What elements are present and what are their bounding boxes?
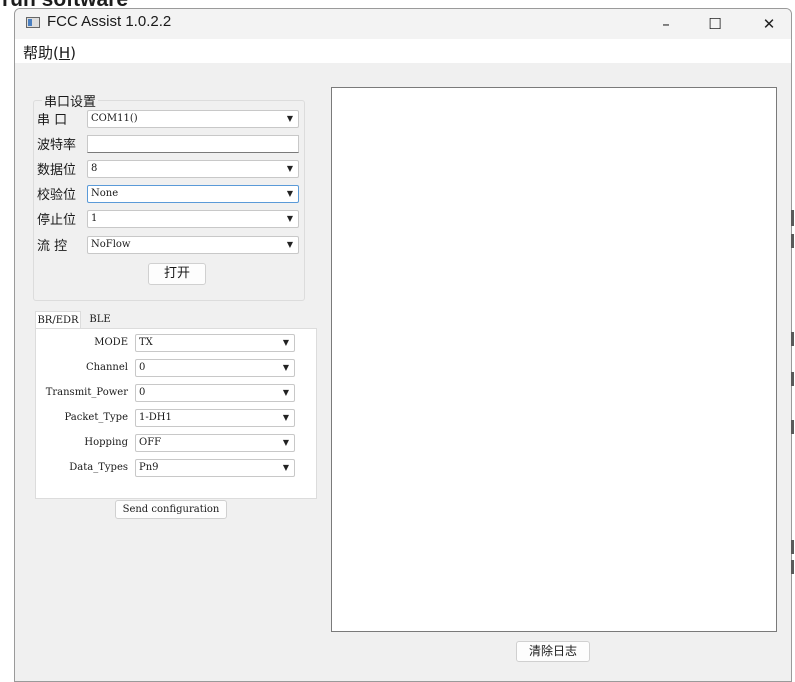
packet-type-label: Packet_Type <box>64 412 128 423</box>
stopbits-label: 停止位 <box>37 213 77 228</box>
close-button[interactable]: ✕ <box>746 9 791 39</box>
hopping-label: Hopping <box>84 437 128 448</box>
stopbits-select[interactable]: 1 ▼ <box>87 210 299 228</box>
port-select[interactable]: COM11() ▼ <box>87 110 299 128</box>
parity-select[interactable]: None ▼ <box>87 185 299 203</box>
send-configuration-button[interactable]: Send configuration <box>115 500 227 519</box>
chevron-down-icon: ▼ <box>282 388 289 397</box>
mode-label: MODE <box>94 337 128 348</box>
open-port-button[interactable]: 打开 <box>148 263 206 285</box>
chevron-down-icon: ▼ <box>282 438 289 447</box>
chevron-down-icon: ▼ <box>286 114 293 123</box>
serial-settings-legend: 串口设置 <box>44 95 97 110</box>
channel-select[interactable]: 0 ▼ <box>135 359 295 377</box>
log-output-area[interactable] <box>331 87 777 632</box>
window-title: FCC Assist 1.0.2.2 <box>47 13 172 30</box>
clipped-header-text: run software <box>0 0 795 8</box>
parity-label: 校验位 <box>37 188 77 203</box>
chevron-down-icon: ▼ <box>282 463 289 472</box>
baud-input[interactable] <box>87 135 299 153</box>
tab-ble[interactable]: BLE <box>83 311 117 329</box>
chevron-down-icon: ▼ <box>286 214 293 223</box>
packet-type-select[interactable]: 1-DH1 ▼ <box>135 409 295 427</box>
databits-label: 数据位 <box>37 163 77 178</box>
data-types-select[interactable]: Pn9 ▼ <box>135 459 295 477</box>
tab-br-edr[interactable]: BR/EDR <box>35 311 81 329</box>
background-edge-mark <box>791 540 794 554</box>
app-window: FCC Assist 1.0.2.2 – ☐ ✕ 帮助(H) 串口设置 串 口 … <box>14 8 792 682</box>
flow-label: 流 控 <box>37 239 68 254</box>
background-edge-mark <box>791 372 794 386</box>
maximize-button[interactable]: ☐ <box>692 9 738 39</box>
chevron-down-icon: ▼ <box>286 189 293 198</box>
channel-label: Channel <box>85 362 128 373</box>
hopping-select[interactable]: OFF ▼ <box>135 434 295 452</box>
minimize-button[interactable]: – <box>643 9 689 39</box>
baud-label: 波特率 <box>37 138 77 153</box>
menu-bar: 帮助(H) <box>15 39 791 63</box>
background-edge-mark <box>791 210 794 226</box>
background-edge-mark <box>791 234 794 248</box>
app-icon <box>26 17 40 28</box>
background-edge-mark <box>791 560 794 574</box>
chevron-down-icon: ▼ <box>282 413 289 422</box>
data-types-label: Data_Types <box>69 462 128 473</box>
title-bar[interactable]: FCC Assist 1.0.2.2 – ☐ ✕ <box>15 9 791 39</box>
mode-select[interactable]: TX ▼ <box>135 334 295 352</box>
background-edge-mark <box>791 420 794 434</box>
chevron-down-icon: ▼ <box>286 164 293 173</box>
flow-select[interactable]: NoFlow ▼ <box>87 236 299 254</box>
transmit-power-select[interactable]: 0 ▼ <box>135 384 295 402</box>
menu-help[interactable]: 帮助(H) <box>23 42 76 63</box>
transmit-power-label: Transmit_Power <box>45 387 128 398</box>
chevron-down-icon: ▼ <box>286 240 293 249</box>
chevron-down-icon: ▼ <box>282 338 289 347</box>
databits-select[interactable]: 8 ▼ <box>87 160 299 178</box>
chevron-down-icon: ▼ <box>282 363 289 372</box>
port-label: 串 口 <box>37 113 68 128</box>
clear-log-button[interactable]: 清除日志 <box>516 641 590 662</box>
background-edge-mark <box>791 332 794 346</box>
